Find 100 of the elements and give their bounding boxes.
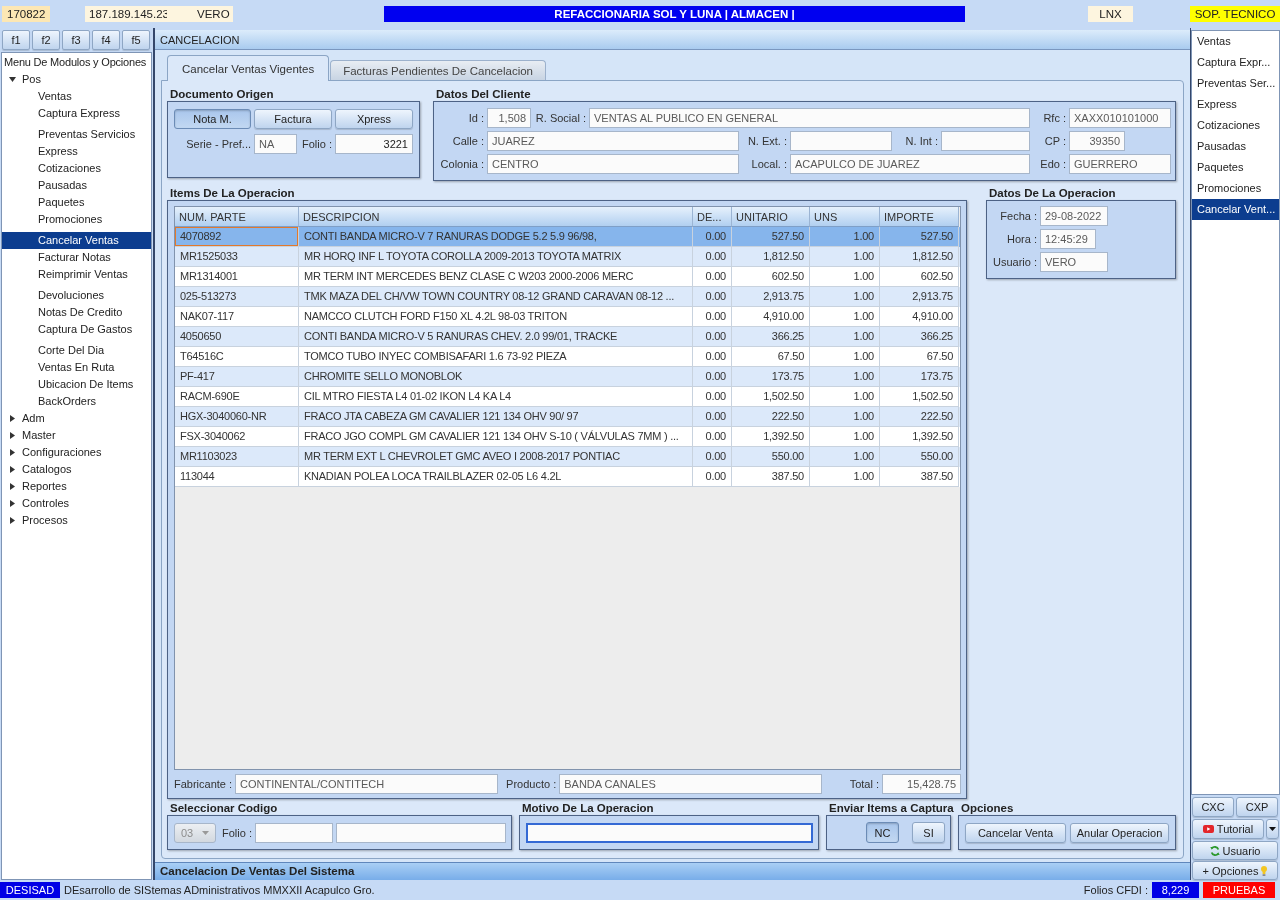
column-header[interactable]: NUM. PARTE (175, 207, 299, 227)
tree-item[interactable]: Reimprimir Ventas (2, 266, 151, 283)
tree-item[interactable]: Corte Del Dia (2, 342, 151, 359)
tree-item[interactable]: Promociones (2, 211, 151, 228)
input-field[interactable] (335, 822, 506, 843)
tree-node[interactable]: Procesos (2, 512, 151, 529)
tree-item[interactable]: Devoluciones (2, 287, 151, 304)
tree-item[interactable]: Facturar Notas (2, 249, 151, 266)
column-header[interactable]: DESCRIPCION (299, 207, 693, 227)
tree-title: Menu De Modulos y Opciones (3, 55, 147, 70)
shortcut-item[interactable]: Ventas (1192, 31, 1279, 52)
tree-item[interactable]: BackOrders (2, 393, 151, 410)
tree-item[interactable]: Notas De Credito (2, 304, 151, 321)
options-button[interactable]: + Opciones (1192, 861, 1278, 880)
action-button[interactable]: Cancelar Venta (965, 822, 1066, 843)
tree-item[interactable]: Pausadas (2, 177, 151, 194)
state-field[interactable]: GUERRERO (1069, 154, 1171, 174)
function-key-button[interactable]: f3 (62, 30, 90, 50)
rfc-field[interactable]: XAXX010101000 (1069, 108, 1171, 128)
tree-node[interactable]: Adm (2, 410, 151, 427)
table-row[interactable]: 113044 KNADIAN POLEA LOCA TRAILBLAZER 02-05 L6 4.2L 0.00 387.50 1.00 387.50 (175, 467, 960, 487)
tree-node[interactable]: Controles (2, 495, 151, 512)
shortcut-item[interactable]: Pausadas (1192, 136, 1279, 157)
group-title: Opciones (960, 801, 1015, 815)
caret-down-icon (1269, 827, 1276, 831)
function-key-button[interactable]: f5 (122, 30, 150, 50)
column-header[interactable]: UNITARIO (732, 207, 810, 227)
table-cell: 387.50 (880, 467, 959, 487)
tree-node[interactable]: Catalogos (2, 461, 151, 478)
dropdown-button[interactable] (1266, 819, 1279, 839)
action-button[interactable]: Anular Operacion (1070, 822, 1169, 843)
cxc-button[interactable]: CXC (1192, 797, 1234, 817)
tree-node[interactable]: Reportes (2, 478, 151, 495)
column-header[interactable]: DE... (693, 207, 732, 227)
document-type-button[interactable]: Xpress (335, 109, 413, 129)
tree-item[interactable]: Cotizaciones (2, 160, 151, 177)
street-field[interactable]: JUAREZ (487, 131, 739, 151)
shortcut-item[interactable]: Promociones (1192, 178, 1279, 199)
table-row[interactable]: 025-513273 TMK MAZA DEL CH/VW TOWN COUNTRY 08-12 GRAND CARAVAN 08-12 ... 0.00 2,913.75 1.00 2,913.75 (175, 287, 960, 307)
interior-number-field[interactable] (941, 131, 1030, 151)
function-key-button[interactable]: f1 (2, 30, 30, 50)
series-field[interactable]: NA (254, 134, 297, 154)
shortcut-item[interactable]: Express (1192, 94, 1279, 115)
table-row[interactable]: MR1314001 MR TERM INT MERCEDES BENZ CLASE C W203 2000-2006 MERC 0.00 602.50 1.00 602.50 (175, 267, 960, 287)
table-row[interactable]: T64516C TOMCO TUBO INYEC COMBISAFARI 1.6 73-92 PIEZA 0.00 67.50 1.00 67.50 (175, 347, 960, 367)
table-row[interactable]: MR1103023 MR TERM EXT L CHEVROLET GMC AVEO I 2008-2017 PONTIAC 0.00 550.00 1.00 550.00 (175, 447, 960, 467)
exterior-number-field[interactable] (790, 131, 892, 151)
tree-item[interactable]: Express (2, 143, 151, 160)
function-key-button[interactable]: f2 (32, 30, 60, 50)
total-field[interactable]: 15,428.75 (882, 773, 961, 794)
neighborhood-field[interactable]: CENTRO (487, 154, 739, 174)
tree-item[interactable]: Ventas (2, 88, 151, 105)
folio-field[interactable]: 3221 (335, 134, 413, 154)
shortcut-item[interactable]: Cancelar Vent... (1192, 199, 1279, 220)
shortcut-item[interactable]: Cotizaciones (1192, 115, 1279, 136)
table-row[interactable]: HGX-3040060-NR FRACO JTA CABEZA GM CAVALIER 121 134 OHV 90/ 97 0.00 222.50 1.00 222.50 (175, 407, 960, 427)
tab[interactable]: Cancelar Ventas Vigentes (167, 55, 330, 81)
field-label: Fecha : (1000, 209, 1037, 224)
tree-node[interactable]: Pos (2, 71, 151, 88)
document-type-button[interactable]: Nota M. (174, 109, 251, 129)
shortcut-item[interactable]: Captura Expr... (1192, 52, 1279, 73)
locality-field[interactable]: ACAPULCO DE JUAREZ (790, 154, 1030, 174)
tree-item[interactable]: Paquetes (2, 194, 151, 211)
tree-item[interactable]: Cancelar Ventas (2, 232, 151, 249)
tutorial-button[interactable]: Tutorial (1192, 819, 1264, 839)
postal-code-field[interactable]: 39350 (1069, 131, 1125, 151)
folio-input-field[interactable] (254, 822, 333, 843)
tree-node[interactable]: Master (2, 427, 151, 444)
product-field[interactable]: BANDA CANALES (559, 773, 823, 794)
table-row[interactable]: NAK07-117 NAMCCO CLUTCH FORD F150 XL 4.2L 98-03 TRITON 0.00 4,910.00 1.00 4,910.00 (175, 307, 960, 327)
tree-node[interactable]: Configuraciones (2, 444, 151, 461)
client-id-field[interactable]: 1,508 (487, 108, 531, 128)
option-button[interactable]: SI (912, 822, 945, 843)
shortcut-item[interactable]: Preventas Ser... (1192, 73, 1279, 94)
reason-input-field[interactable] (526, 822, 813, 843)
tree-item[interactable]: Captura Express (2, 105, 151, 122)
table-row[interactable]: 4050650 CONTI BANDA MICRO-V 5 RANURAS CHEV. 2.0 99/01, TRACKE 0.00 366.25 1.00 366.25 (175, 327, 960, 347)
table-row[interactable]: PF-417 CHROMITE SELLO MONOBLOK 0.00 173.75 1.00 173.75 (175, 367, 960, 387)
function-key-button[interactable]: f4 (92, 30, 120, 50)
tree-item[interactable]: Ubicacion De Items (2, 376, 151, 393)
column-header[interactable]: UNS (810, 207, 880, 227)
operation-field[interactable]: 12:45:29 (1040, 229, 1096, 249)
column-header[interactable]: IMPORTE (880, 207, 959, 227)
user-button[interactable]: Usuario (1192, 841, 1278, 860)
tree-item[interactable]: Captura De Gastos (2, 321, 151, 338)
table-row[interactable]: 4070892 CONTI BANDA MICRO-V 7 RANURAS DODGE 5.2 5.9 96/98, 0.00 527.50 1.00 527.50 (175, 227, 960, 247)
shortcut-item[interactable]: Paquetes (1192, 157, 1279, 178)
table-row[interactable]: RACM-690E CIL MTRO FIESTA L4 01-02 IKON L4 KA L4 0.00 1,502.50 1.00 1,502.50 (175, 387, 960, 407)
table-row[interactable]: FSX-3040062 FRACO JGO COMPL GM CAVALIER 121 134 OHV S-10 ( VÁLVULAS 7MM ) ... 0.00 1,392.50 1.00 1,392.50 (175, 427, 960, 447)
tree-item[interactable]: Ventas En Ruta (2, 359, 151, 376)
option-button[interactable]: NC (866, 822, 899, 843)
document-type-button[interactable]: Factura (254, 109, 332, 129)
table-row[interactable]: MR1525033 MR HORQ INF L TOYOTA COROLLA 2009-2013 TOYOTA MATRIX 0.00 1,812.50 1.00 1,812.50 (175, 247, 960, 267)
business-name-field[interactable]: VENTAS AL PUBLICO EN GENERAL (589, 108, 1030, 128)
operation-field[interactable]: 29-08-2022 (1040, 206, 1108, 226)
operation-field[interactable]: VERO (1040, 252, 1108, 272)
tab[interactable]: Facturas Pendientes De Cancelacion (330, 60, 546, 80)
cxp-button[interactable]: CXP (1236, 797, 1278, 817)
manufacturer-field[interactable]: CONTINENTAL/CONTITECH (235, 773, 499, 794)
tree-item[interactable]: Preventas Servicios (2, 126, 151, 143)
